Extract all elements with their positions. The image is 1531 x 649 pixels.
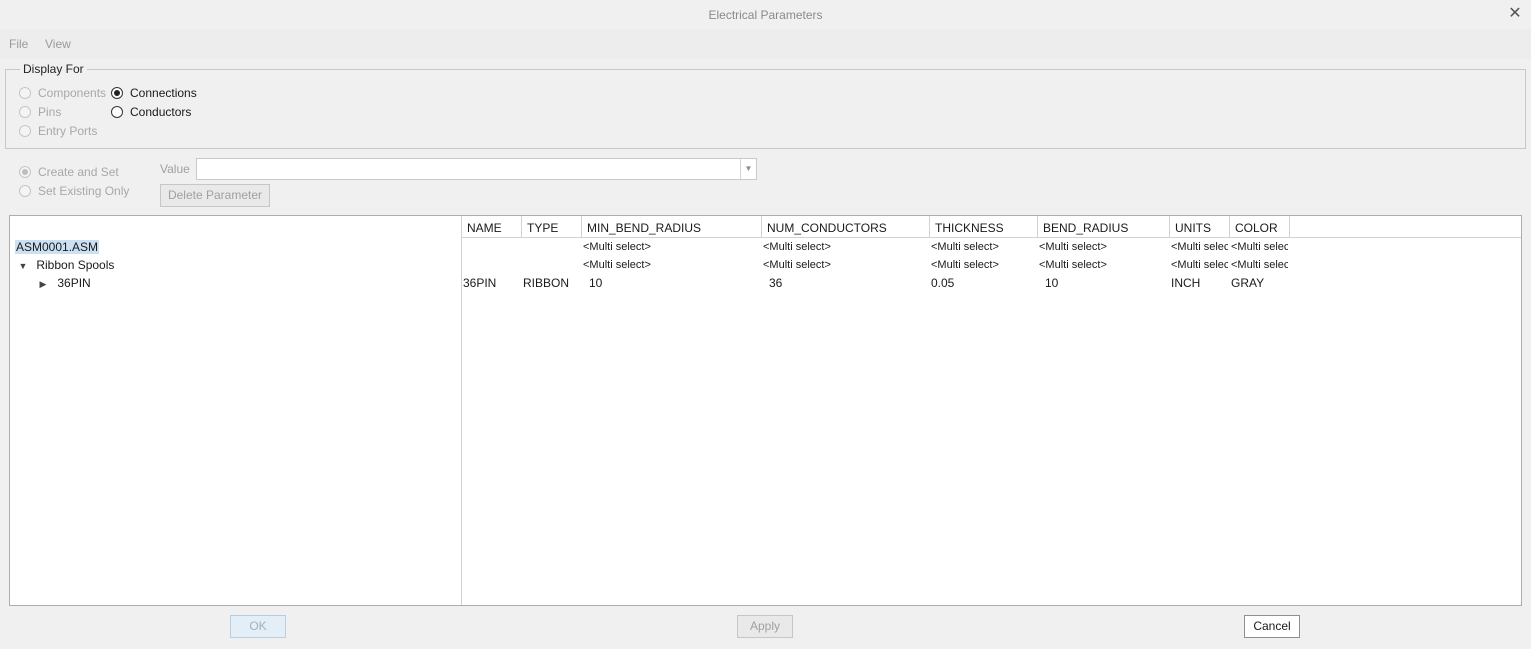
table-cell[interactable]: <Multi select> [1231, 256, 1288, 274]
radio-pins-indicator [19, 106, 31, 118]
table-cell[interactable]: <Multi select> [583, 238, 759, 256]
radio-set-existing-only-indicator [19, 185, 31, 197]
radio-components-indicator [19, 87, 31, 99]
value-label: Value [160, 162, 190, 176]
display-for-legend: Display For [20, 62, 87, 76]
menu-bar: File View [0, 29, 1531, 59]
table-cell[interactable]: GRAY [1231, 274, 1288, 292]
parameters-panel: ASM0001.ASM ▼ Ribbon Spools ▶ 36PIN NAME… [9, 215, 1522, 606]
parameters-grid: NAME TYPE MIN_BEND_RADIUS NUM_CONDUCTORS… [462, 216, 1521, 605]
table-cell[interactable]: <Multi select> [1171, 238, 1228, 256]
radio-entry-ports-indicator [19, 125, 31, 137]
tree-node-36pin[interactable]: ▶ 36PIN [37, 274, 91, 292]
menu-view[interactable]: View [45, 37, 71, 51]
table-cell[interactable]: 10 [589, 274, 759, 292]
radio-conductors-indicator [111, 106, 123, 118]
column-header-name[interactable]: NAME [462, 216, 522, 238]
radio-create-and-set[interactable]: Create and Set [19, 165, 119, 179]
table-cell[interactable]: <Multi select> [763, 256, 927, 274]
table-cell[interactable]: 10 [1045, 274, 1167, 292]
table-cell[interactable]: <Multi select> [763, 238, 927, 256]
expanded-triangle-icon[interactable]: ▼ [17, 257, 29, 275]
column-header-min-bend-radius[interactable]: MIN_BEND_RADIUS [582, 216, 762, 238]
table-cell[interactable]: <Multi select> [1039, 256, 1167, 274]
radio-components[interactable]: Components [19, 86, 106, 100]
radio-create-and-set-indicator [19, 166, 31, 178]
object-tree: ASM0001.ASM ▼ Ribbon Spools ▶ 36PIN [10, 216, 462, 605]
radio-pins[interactable]: Pins [19, 105, 61, 119]
tree-node-root[interactable]: ASM0001.ASM [15, 238, 100, 256]
table-cell[interactable]: <Multi select> [931, 238, 1035, 256]
header-filler [1290, 216, 1521, 238]
radio-pins-label: Pins [38, 105, 62, 119]
radio-connections[interactable]: Connections [111, 86, 197, 100]
delete-parameter-button[interactable]: Delete Parameter [160, 184, 270, 207]
radio-components-label: Components [38, 86, 107, 100]
tree-node-ribbon-spools-label: Ribbon Spools [36, 258, 115, 272]
radio-conductors[interactable]: Conductors [111, 105, 191, 119]
table-cell[interactable]: <Multi select> [1039, 238, 1167, 256]
value-combobox[interactable]: ▼ [196, 158, 757, 180]
column-header-color[interactable]: COLOR [1230, 216, 1290, 238]
radio-set-existing-only-label: Set Existing Only [38, 184, 130, 198]
radio-set-existing-only[interactable]: Set Existing Only [19, 184, 129, 198]
table-cell[interactable]: INCH [1171, 274, 1228, 292]
radio-connections-label: Connections [130, 86, 197, 100]
table-cell[interactable]: <Multi select> [931, 256, 1035, 274]
table-cell[interactable]: 36 [769, 274, 927, 292]
table-cell[interactable]: 0.05 [931, 274, 1035, 292]
radio-entry-ports[interactable]: Entry Ports [19, 124, 97, 138]
menu-file[interactable]: File [9, 37, 28, 51]
cancel-button[interactable]: Cancel [1244, 615, 1300, 638]
collapsed-triangle-icon[interactable]: ▶ [37, 275, 49, 293]
tree-node-root-label: ASM0001.ASM [15, 240, 100, 254]
radio-connections-indicator [111, 87, 123, 99]
window-title: Electrical Parameters [708, 8, 823, 22]
ok-button[interactable]: OK [230, 615, 286, 638]
column-header-type[interactable]: TYPE [522, 216, 582, 238]
title-bar: Electrical Parameters ✕ [0, 0, 1531, 29]
table-cell[interactable]: RIBBON [523, 274, 580, 292]
radio-conductors-label: Conductors [130, 105, 192, 119]
tree-node-36pin-label: 36PIN [57, 276, 91, 290]
radio-entry-ports-label: Entry Ports [38, 124, 98, 138]
column-header-bend-radius[interactable]: BEND_RADIUS [1038, 216, 1170, 238]
chevron-down-icon[interactable]: ▼ [740, 159, 756, 179]
radio-create-and-set-label: Create and Set [38, 165, 119, 179]
table-cell[interactable]: <Multi select> [1231, 238, 1288, 256]
table-cell[interactable]: 36PIN [463, 274, 520, 292]
column-header-num-conductors[interactable]: NUM_CONDUCTORS [762, 216, 930, 238]
table-cell[interactable]: <Multi select> [1171, 256, 1228, 274]
display-for-group: Display For [5, 62, 1526, 149]
apply-button[interactable]: Apply [737, 615, 793, 638]
close-icon[interactable]: ✕ [1507, 5, 1523, 23]
tree-node-ribbon-spools[interactable]: ▼ Ribbon Spools [17, 256, 115, 275]
table-cell[interactable]: <Multi select> [583, 256, 759, 274]
column-header-units[interactable]: UNITS [1170, 216, 1230, 238]
column-header-thickness[interactable]: THICKNESS [930, 216, 1038, 238]
